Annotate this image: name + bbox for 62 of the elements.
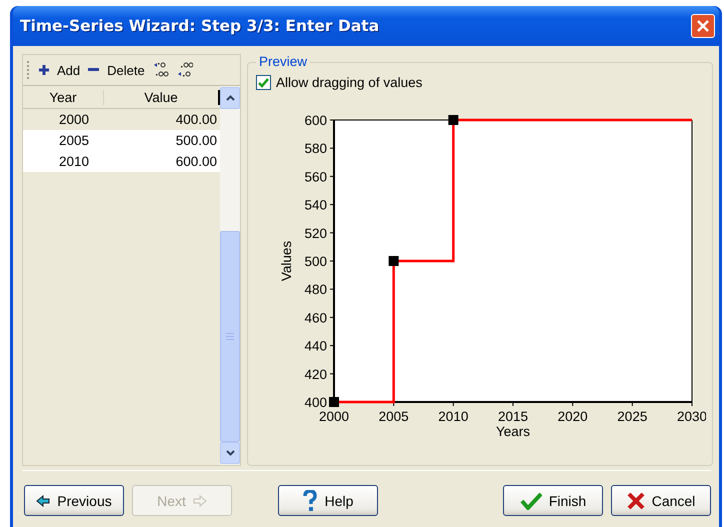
y-tick-label: 460 <box>304 310 327 326</box>
table-cell-text: 2005 <box>58 133 89 148</box>
table-cell-text: 400.00 <box>174 112 217 127</box>
y-tick-label: 540 <box>304 198 327 213</box>
data-point[interactable] <box>448 115 458 125</box>
close-icon <box>696 19 710 33</box>
y-tick-label: 500 <box>304 254 327 269</box>
more-decimals-button[interactable] <box>152 62 169 78</box>
data-point[interactable] <box>388 256 399 266</box>
cross-icon <box>626 492 645 510</box>
table-row[interactable]: 2010 600.00 <box>23 151 220 172</box>
table-cell-text: 600.00 <box>174 154 217 169</box>
table-cell-text: 2000 <box>58 112 89 127</box>
x-axis-title: Years <box>496 424 530 439</box>
plus-icon <box>39 65 49 75</box>
scroll-down-button[interactable] <box>220 442 240 464</box>
x-tick-label: 2020 <box>558 409 588 424</box>
allow-dragging-checkbox[interactable]: Allow dragging of values <box>256 75 706 90</box>
y-tick-label: 580 <box>304 141 327 156</box>
chevron-up-icon <box>226 95 234 101</box>
y-tick-label: 480 <box>304 282 327 298</box>
x-tick-label: 2025 <box>617 409 648 424</box>
minus-icon <box>88 68 100 72</box>
y-tick-label: 600 <box>304 113 327 128</box>
previous-button[interactable]: Previous <box>24 485 124 516</box>
fewer-decimals-button[interactable] <box>176 62 193 78</box>
scroll-thumb[interactable] <box>220 231 240 442</box>
decimal-icon <box>152 62 169 78</box>
help-button[interactable]: Help <box>278 485 378 516</box>
y-tick-label: 440 <box>304 338 327 354</box>
check-icon <box>258 78 269 88</box>
table-cell-text: 500.00 <box>174 133 217 148</box>
y-axis-title: Values <box>279 240 294 282</box>
y-tick-label: 520 <box>304 226 327 241</box>
group-title: Preview <box>256 54 310 69</box>
finish-button[interactable]: Finish <box>503 485 603 516</box>
toolbar-grip[interactable] <box>27 61 31 79</box>
cancel-button[interactable]: Cancel <box>611 485 711 516</box>
column-header[interactable]: Year <box>23 90 104 104</box>
close-button[interactable] <box>691 14 715 38</box>
y-tick-label: 420 <box>304 366 327 382</box>
checkbox[interactable] <box>256 75 271 90</box>
arrow-right-icon <box>192 494 207 506</box>
x-tick-label: 2015 <box>498 409 528 424</box>
add-button[interactable]: Add <box>39 62 80 78</box>
y-tick-label: 560 <box>304 169 327 184</box>
arrow-left-icon <box>36 494 50 506</box>
x-tick-label: 2000 <box>318 409 350 424</box>
question-mark-icon <box>302 490 318 512</box>
table-row[interactable]: 2005 500.00 <box>23 130 220 151</box>
x-tick-label: 2010 <box>438 409 468 424</box>
grip-icon <box>226 333 234 340</box>
checkmark-icon <box>520 492 542 510</box>
table-cell-text: 2010 <box>58 154 89 169</box>
delete-button[interactable]: Delete <box>88 62 145 78</box>
y-tick-label: 400 <box>304 395 327 410</box>
x-tick-label: 2005 <box>378 409 409 424</box>
decimal-icon <box>176 62 193 78</box>
window-title: Time-Series Wizard: Step 3/3: Enter Data <box>20 17 380 35</box>
scroll-up-button[interactable] <box>220 87 240 109</box>
scrollbar[interactable] <box>220 86 240 465</box>
chevron-down-icon <box>226 450 234 456</box>
